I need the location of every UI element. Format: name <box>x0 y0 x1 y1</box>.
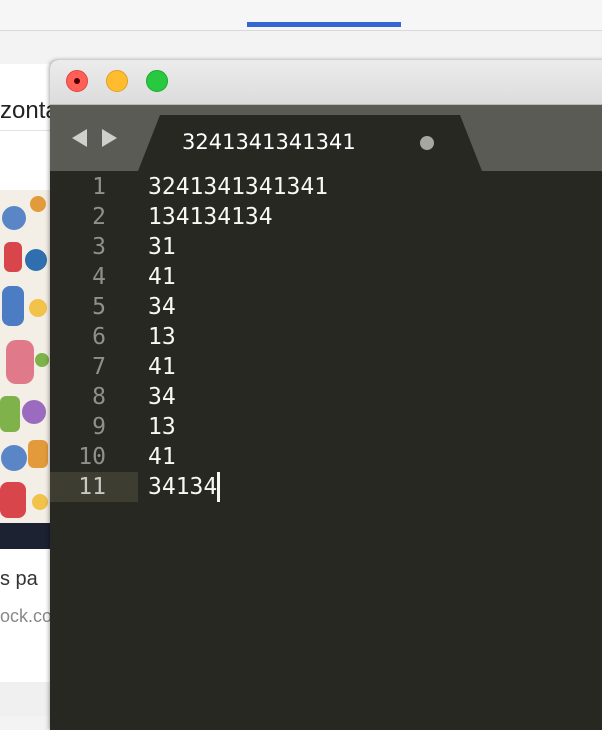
editor-window: 3241341341341 1 3241341341341 2 134134134 3 3… <box>50 60 602 730</box>
line-number: 1 <box>92 174 106 200</box>
editor-tab-bar: 3241341341341 <box>50 105 602 171</box>
code-line[interactable]: 5 34 <box>50 292 602 322</box>
line-number: 11 <box>50 472 138 502</box>
line-text[interactable]: 34134 <box>138 472 217 502</box>
code-line[interactable]: 2 134134134 <box>50 202 602 232</box>
code-line[interactable]: 4 41 <box>50 262 602 292</box>
line-text[interactable]: 13 <box>138 322 176 352</box>
line-text[interactable]: 34 <box>138 292 176 322</box>
editor-tab-title: 3241341341341 <box>182 130 356 154</box>
line-number: 2 <box>92 204 106 230</box>
code-line[interactable]: 10 41 <box>50 442 602 472</box>
browser-image-footer <box>0 523 50 549</box>
line-text[interactable]: 31 <box>138 232 176 262</box>
text-cursor <box>217 472 221 502</box>
stock-image-illustration <box>0 190 50 523</box>
browser-bottom-area <box>0 682 54 716</box>
browser-active-tab-indicator[interactable] <box>247 22 401 27</box>
line-text[interactable]: 41 <box>138 352 176 382</box>
code-line[interactable]: 3 31 <box>50 232 602 262</box>
close-dot <box>74 78 80 84</box>
code-line[interactable]: 1 3241341341341 <box>50 172 602 202</box>
line-number: 7 <box>92 354 106 380</box>
minimize-window-icon[interactable] <box>106 70 128 92</box>
code-line[interactable]: 8 34 <box>50 382 602 412</box>
code-line[interactable]: 9 13 <box>50 412 602 442</box>
line-number: 8 <box>92 384 106 410</box>
forward-arrow-icon[interactable] <box>102 129 117 147</box>
line-text[interactable]: 41 <box>138 442 176 472</box>
line-text[interactable]: 3241341341341 <box>138 172 328 202</box>
close-window-icon[interactable] <box>66 70 88 92</box>
line-text[interactable]: 41 <box>138 262 176 292</box>
line-number: 4 <box>92 264 106 290</box>
code-line[interactable]: 11 34134 <box>50 472 602 502</box>
line-number: 5 <box>92 294 106 320</box>
code-line[interactable]: 7 41 <box>50 352 602 382</box>
unsaved-dot-icon[interactable] <box>420 136 434 150</box>
line-text[interactable]: 34 <box>138 382 176 412</box>
editor-tab[interactable]: 3241341341341 <box>138 115 482 171</box>
line-number: 6 <box>92 324 106 350</box>
browser-divider <box>0 130 54 131</box>
line-number: 3 <box>92 234 106 260</box>
line-number: 10 <box>78 444 106 470</box>
browser-tab-strip <box>0 0 602 31</box>
browser-stock-image[interactable] <box>0 190 50 523</box>
code-editor[interactable]: 1 3241341341341 2 134134134 3 31 4 41 5 34 6 13 7 41 8… <box>50 172 602 730</box>
line-text[interactable]: 13 <box>138 412 176 442</box>
zoom-window-icon[interactable] <box>146 70 168 92</box>
back-arrow-icon[interactable] <box>72 129 87 147</box>
browser-caption-fragment[interactable]: s pa <box>0 568 54 591</box>
line-text[interactable]: 134134134 <box>138 202 273 232</box>
code-line[interactable]: 6 13 <box>50 322 602 352</box>
window-titlebar[interactable] <box>50 60 602 105</box>
line-number: 9 <box>92 414 106 440</box>
browser-source-fragment[interactable]: ock.co <box>0 606 54 627</box>
